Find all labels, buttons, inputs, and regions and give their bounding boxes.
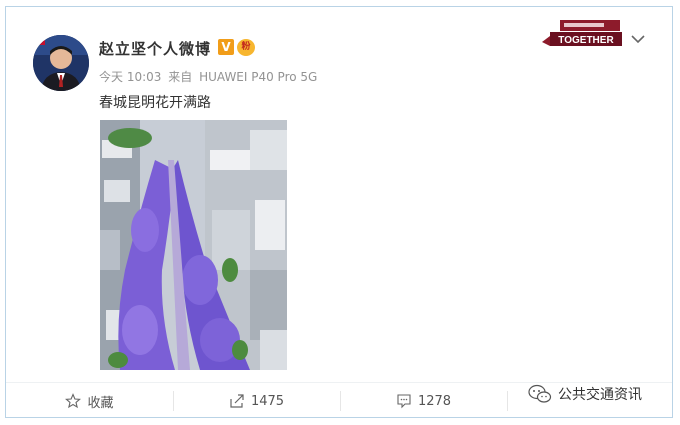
source-prefix: 来自	[168, 70, 193, 84]
repost-icon	[230, 394, 244, 408]
logo-text: TOGETHER	[558, 35, 614, 46]
watermark: 公共交通资讯	[528, 384, 642, 404]
toolbar-separator	[507, 391, 508, 411]
chevron-down-icon[interactable]	[631, 32, 645, 48]
wechat-icon	[528, 384, 552, 403]
author-name[interactable]: 赵立坚个人微博	[99, 38, 211, 59]
comment-icon	[397, 394, 411, 409]
watermark-text: 公共交通资讯	[558, 387, 642, 403]
event-logo: TOGETHER	[542, 20, 627, 48]
post-text: 春城昆明花开满路	[99, 95, 211, 111]
member-badge-icon: 粉	[237, 39, 255, 56]
comment-count: 1278	[417, 393, 452, 409]
post-source[interactable]: HUAWEI P40 Pro 5G	[199, 70, 317, 84]
repost-count: 1475	[250, 393, 285, 409]
favorite-button[interactable]: 收藏	[6, 383, 173, 419]
post-time[interactable]: 今天 10:03	[99, 70, 161, 84]
repost-button[interactable]: 1475	[173, 383, 340, 419]
favorite-label: 收藏	[87, 395, 114, 411]
comment-button[interactable]: 1278	[340, 383, 507, 419]
post-image[interactable]	[100, 120, 287, 370]
post-meta: 今天 10:03 来自 HUAWEI P40 Pro 5G	[99, 68, 320, 85]
avatar[interactable]	[33, 35, 89, 91]
verified-badge-icon: V	[218, 39, 234, 55]
weibo-post-card: 赵立坚个人微博 V 粉 今天 10:03 来自 HUAWEI P40 Pro 5…	[5, 6, 673, 418]
star-icon	[65, 393, 82, 409]
